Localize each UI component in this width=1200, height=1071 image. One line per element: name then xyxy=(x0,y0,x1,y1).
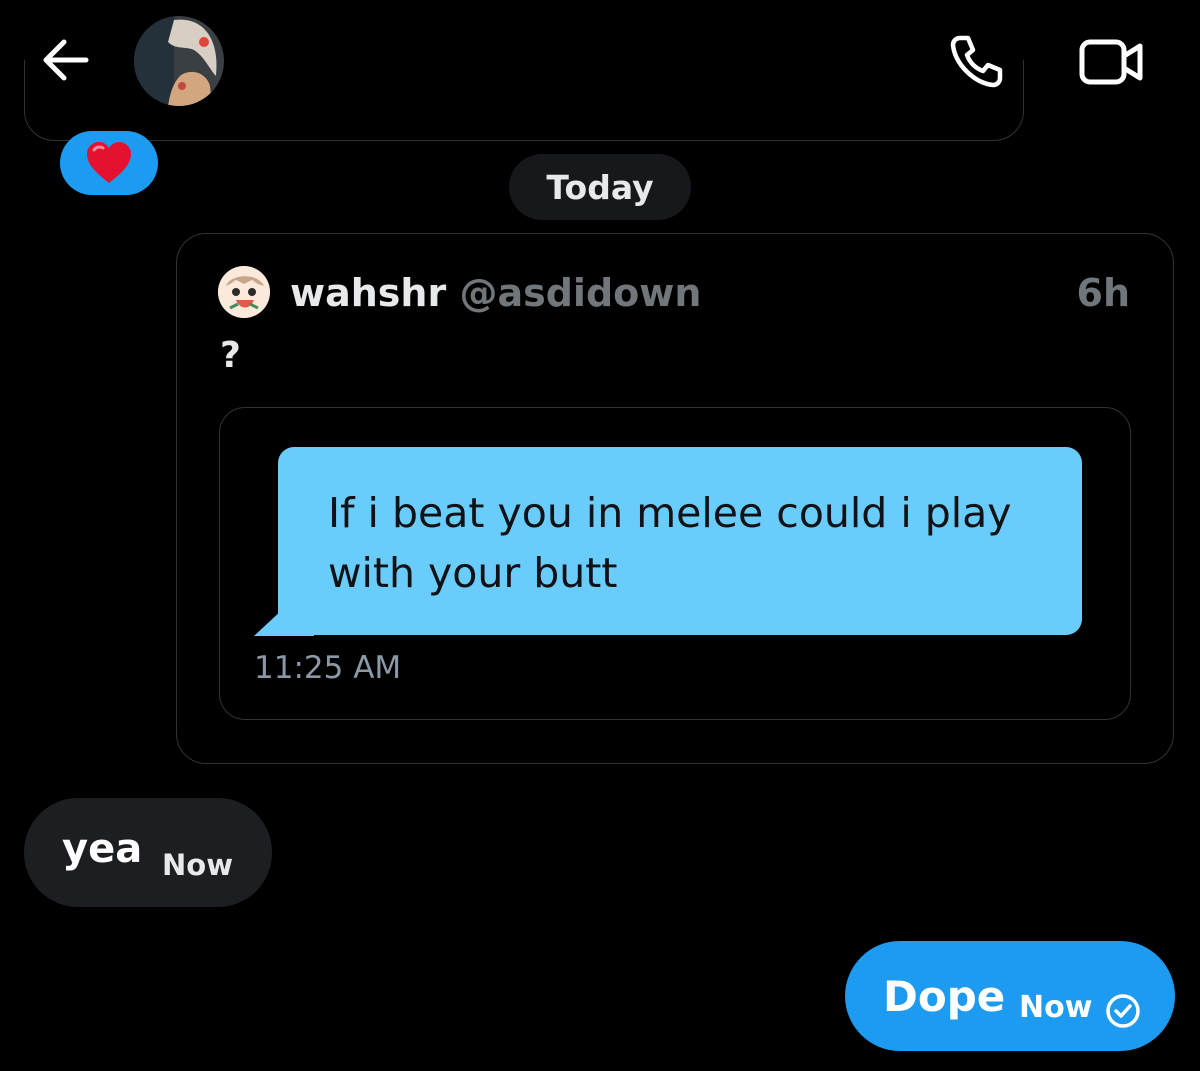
received-message-text: yea xyxy=(62,826,143,872)
heart-reaction[interactable] xyxy=(60,131,158,195)
video-camera-icon xyxy=(1079,39,1143,85)
phone-icon xyxy=(950,35,1003,88)
check-circle-icon xyxy=(1106,994,1140,1028)
back-button[interactable] xyxy=(36,34,94,86)
quoted-author-avatar[interactable] xyxy=(218,266,270,318)
image-message-timestamp: 11:25 AM xyxy=(254,650,402,686)
conversation-avatar[interactable] xyxy=(134,16,224,106)
quoted-post-header: wahshr @asdidown xyxy=(290,268,701,318)
heart-icon xyxy=(87,142,131,183)
quoted-post-age: 6h xyxy=(1076,271,1131,315)
image-message-text: If i beat you in melee could i play with… xyxy=(328,489,1012,597)
video-call-button[interactable] xyxy=(1078,36,1144,88)
sent-message-text: Dope xyxy=(883,972,1006,1021)
date-divider: Today xyxy=(509,154,691,220)
quoted-handle[interactable]: @asdidown xyxy=(459,271,701,315)
received-message-time: Now xyxy=(162,848,233,882)
quoted-display-name[interactable]: wahshr xyxy=(290,271,446,315)
call-button[interactable] xyxy=(946,30,1008,92)
sent-message-time: Now xyxy=(1019,990,1093,1025)
quoted-post-text: ? xyxy=(220,335,241,376)
arrow-left-icon xyxy=(43,39,89,81)
